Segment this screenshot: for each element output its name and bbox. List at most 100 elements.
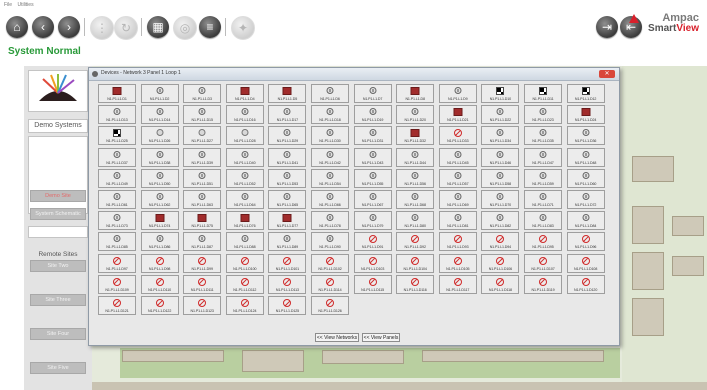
device-tile[interactable]: N1.P1.L1.D37 [98,147,136,167]
device-tile[interactable]: N1.P1.L1.D30 [311,126,349,146]
device-tile[interactable]: N1.P1.L1.D29 [268,126,307,146]
device-tile[interactable]: N1.P1.L1.D97 [98,253,136,273]
device-tile[interactable]: N1.P1.L1.D64 [225,190,264,209]
device-tile[interactable]: N1.P1.L1.D49 [98,168,136,188]
device-tile[interactable]: N1.P1.L1.D70 [481,190,520,209]
device-tile[interactable]: N1.P1.L1.D26 [140,126,179,146]
device-tile[interactable]: N1.P1.L1.D71 [524,190,562,209]
system-selector[interactable]: Demo Systems [28,119,88,133]
device-tile[interactable]: N1.P1.L1.D93 [438,232,477,252]
database-icon[interactable]: ≡ [199,16,221,38]
device-tile[interactable]: N1.P1.L1.D81 [438,211,477,231]
device-tile[interactable]: N1.P1.L1.D28 [225,126,264,146]
tree-icon[interactable]: ⋮ [90,16,114,40]
site-three-button[interactable]: Site Three [30,294,86,306]
device-tile[interactable]: N1.P1.L1.D79 [353,211,392,231]
device-tile[interactable]: N1.P1.L1.D82 [481,211,520,231]
device-tile[interactable]: N1.P1.L1.D68 [396,190,435,209]
device-tile[interactable]: N1.P1.L1.D103 [353,253,392,273]
view-networks-button[interactable]: << View Networks [315,333,359,342]
device-tile[interactable]: N1.P1.L1.D67 [353,190,392,209]
device-tile[interactable]: N1.P1.L1.D125 [268,296,307,315]
device-tile[interactable]: N1.P1.L1.D55 [353,168,392,188]
device-tile[interactable]: N1.P1.L1.D63 [183,190,222,209]
device-tile[interactable]: N1.P1.L1.D99 [183,253,222,273]
device-tile[interactable]: N1.P1.L1.D48 [566,147,605,167]
device-tile[interactable]: N1.P1.L1.D116 [396,274,435,294]
device-tile[interactable]: N1.P1.L1.D57 [438,168,477,188]
device-tile[interactable]: N1.P1.L1.D76 [225,211,264,231]
device-tile[interactable]: N1.P1.L1.D13 [98,105,136,125]
device-tile[interactable]: N1.P1.L1.D92 [396,232,435,252]
site-two-button[interactable]: Site Two [30,260,86,272]
device-tile[interactable]: N1.P1.L1.D107 [524,253,562,273]
device-tile[interactable]: N1.P1.L1.D119 [524,274,562,294]
device-tile[interactable]: N1.P1.L1.D80 [396,211,435,231]
device-tile[interactable]: N1.P1.L1.D74 [140,211,179,231]
device-tile[interactable]: N1.P1.L1.D56 [396,168,435,188]
device-tile[interactable]: N1.P1.L1.D66 [311,190,349,209]
device-tile[interactable]: N1.P1.L1.D40 [225,147,264,167]
device-tile[interactable]: N1.P1.L1.D60 [566,168,605,188]
device-tile[interactable]: N1.P1.L1.D73 [98,211,136,231]
site-four-button[interactable]: Site Four [30,328,86,340]
device-tile[interactable]: N1.P1.L1.D10 [481,84,520,103]
device-tile[interactable]: N1.P1.L1.D27 [183,126,222,146]
device-tile[interactable]: N1.P1.L1.D98 [140,253,179,273]
forward-icon[interactable]: › [58,16,80,38]
device-tile[interactable]: N1.P1.L1.D5 [268,84,307,103]
device-tile[interactable]: N1.P1.L1.D24 [566,105,605,125]
device-tile[interactable]: N1.P1.L1.D75 [183,211,222,231]
device-tile[interactable]: N1.P1.L1.D122 [140,296,179,315]
device-tile[interactable]: N1.P1.L1.D85 [98,232,136,252]
device-tile[interactable]: N1.P1.L1.D61 [98,190,136,209]
device-tile[interactable]: N1.P1.L1.D32 [396,126,435,146]
device-tile[interactable]: N1.P1.L1.D112 [225,274,264,294]
device-tile[interactable]: N1.P1.L1.D33 [438,126,477,146]
login-icon[interactable]: ⇥ [596,16,618,38]
device-tile[interactable]: N1.P1.L1.D83 [524,211,562,231]
device-tile[interactable]: N1.P1.L1.D50 [140,168,179,188]
device-tile[interactable]: N1.P1.L1.D58 [481,168,520,188]
device-tile[interactable]: N1.P1.L1.D43 [353,147,392,167]
device-tile[interactable]: N1.P1.L1.D77 [268,211,307,231]
device-tile[interactable]: N1.P1.L1.D65 [268,190,307,209]
device-tile[interactable]: N1.P1.L1.D52 [225,168,264,188]
device-tile[interactable]: N1.P1.L1.D105 [438,253,477,273]
device-tile[interactable]: N1.P1.L1.D3 [183,84,222,103]
device-tile[interactable]: N1.P1.L1.D39 [183,147,222,167]
device-tile[interactable]: N1.P1.L1.D113 [268,274,307,294]
device-tile[interactable]: N1.P1.L1.D12 [566,84,605,103]
device-tile[interactable]: N1.P1.L1.D17 [268,105,307,125]
device-tile[interactable]: N1.P1.L1.D4 [225,84,264,103]
menu-utilities[interactable]: Utilities [17,2,33,8]
device-tile[interactable]: N1.P1.L1.D42 [311,147,349,167]
device-tile[interactable]: N1.P1.L1.D69 [438,190,477,209]
back-icon[interactable]: ‹ [32,16,54,38]
device-tile[interactable]: N1.P1.L1.D72 [566,190,605,209]
device-tile[interactable]: N1.P1.L1.D25 [98,126,136,146]
device-tile[interactable]: N1.P1.L1.D21 [438,105,477,125]
device-tile[interactable]: N1.P1.L1.D51 [183,168,222,188]
device-tile[interactable]: N1.P1.L1.D46 [481,147,520,167]
device-tile[interactable]: N1.P1.L1.D45 [438,147,477,167]
device-tile[interactable]: N1.P1.L1.D54 [311,168,349,188]
dialog-titlebar[interactable]: Devices - Network 3 Panel 1 Loop 1 ✕ [89,68,619,81]
device-tile[interactable]: N1.P1.L1.D110 [140,274,179,294]
device-tile[interactable]: N1.P1.L1.D53 [268,168,307,188]
device-tile[interactable]: N1.P1.L1.D59 [524,168,562,188]
device-tile[interactable]: N1.P1.L1.D23 [524,105,562,125]
device-tile[interactable]: N1.P1.L1.D120 [566,274,605,294]
device-tile[interactable]: N1.P1.L1.D84 [566,211,605,231]
device-tile[interactable]: N1.P1.L1.D94 [481,232,520,252]
device-tile[interactable]: N1.P1.L1.D95 [524,232,562,252]
device-tile[interactable]: N1.P1.L1.D7 [353,84,392,103]
device-tile[interactable]: N1.P1.L1.D86 [140,232,179,252]
device-tile[interactable]: N1.P1.L1.D35 [524,126,562,146]
grid-icon[interactable]: ▦ [147,16,169,38]
device-tile[interactable]: N1.P1.L1.D91 [353,232,392,252]
device-tile[interactable]: N1.P1.L1.D126 [311,296,349,315]
device-tile[interactable]: N1.P1.L1.D108 [566,253,605,273]
device-tile[interactable]: N1.P1.L1.D102 [311,253,349,273]
device-tile[interactable]: N1.P1.L1.D14 [140,105,179,125]
